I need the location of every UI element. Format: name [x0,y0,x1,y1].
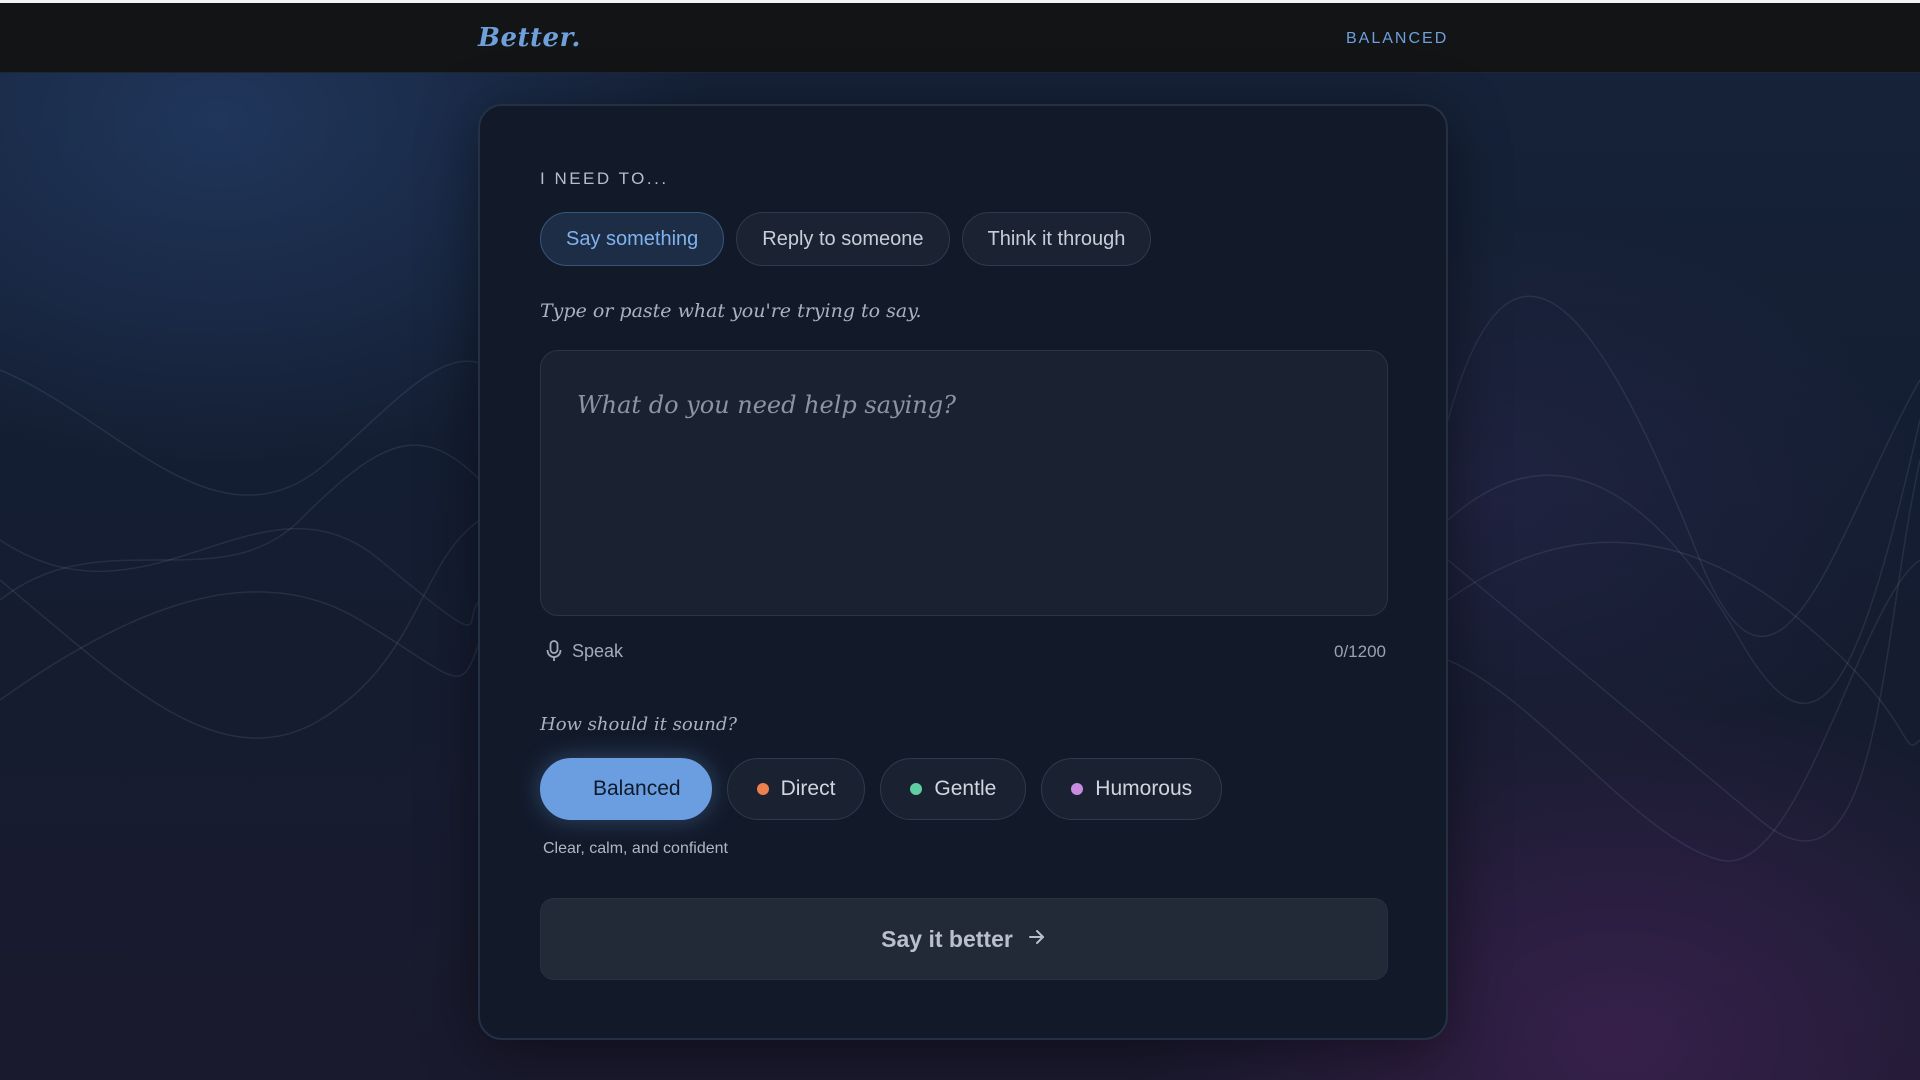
tone-gentle-label: Gentle [934,777,997,800]
tone-direct-button[interactable]: Direct [726,758,866,820]
message-placeholder: What do you need help saying? [577,391,956,419]
message-textarea[interactable]: What do you need help saying? [540,350,1388,616]
tone-options: Balanced Direct Gentle Humorous [540,758,1223,820]
tone-humorous-dot-icon [1071,783,1084,795]
tone-gentle-dot-icon [910,783,923,795]
tone-direct-label: Direct [780,777,836,800]
mode-reply-to-someone-button[interactable]: Reply to someone [736,212,950,266]
character-counter: 0/1200 [1334,642,1386,661]
speak-label: Speak [572,640,624,661]
tone-gentle-button[interactable]: Gentle [880,758,1027,820]
app-logo[interactable]: Better. [478,23,581,53]
tone-direct-dot-icon [756,783,769,795]
tone-description: Clear, calm, and confident [543,840,728,857]
input-hint: Type or paste what you're trying to say. [540,300,922,322]
tone-humorous-button[interactable]: Humorous [1041,758,1223,820]
top-bar: Better. BALANCED [0,0,1920,73]
speak-button[interactable]: Speak [546,640,623,662]
intent-section-label: I NEED TO... [540,169,669,188]
tone-balanced-label: Balanced [593,777,681,800]
arrow-right-icon [1027,926,1047,953]
tone-balanced-button[interactable]: Balanced [540,758,712,820]
submit-label: Say it better [881,925,1013,952]
say-it-better-button[interactable]: Say it better [540,898,1388,980]
current-mode-label: BALANCED [1346,30,1449,47]
microphone-icon [546,640,562,662]
mode-say-something-button[interactable]: Say something [540,212,725,266]
intent-mode-tabs: Say something Reply to someone Think it … [540,212,1152,266]
tone-humorous-label: Humorous [1095,777,1193,800]
mode-think-it-through-button[interactable]: Think it through [961,212,1152,266]
composer-card: I NEED TO... Say something Reply to some… [478,104,1448,1040]
tone-question: How should it sound? [540,714,738,735]
